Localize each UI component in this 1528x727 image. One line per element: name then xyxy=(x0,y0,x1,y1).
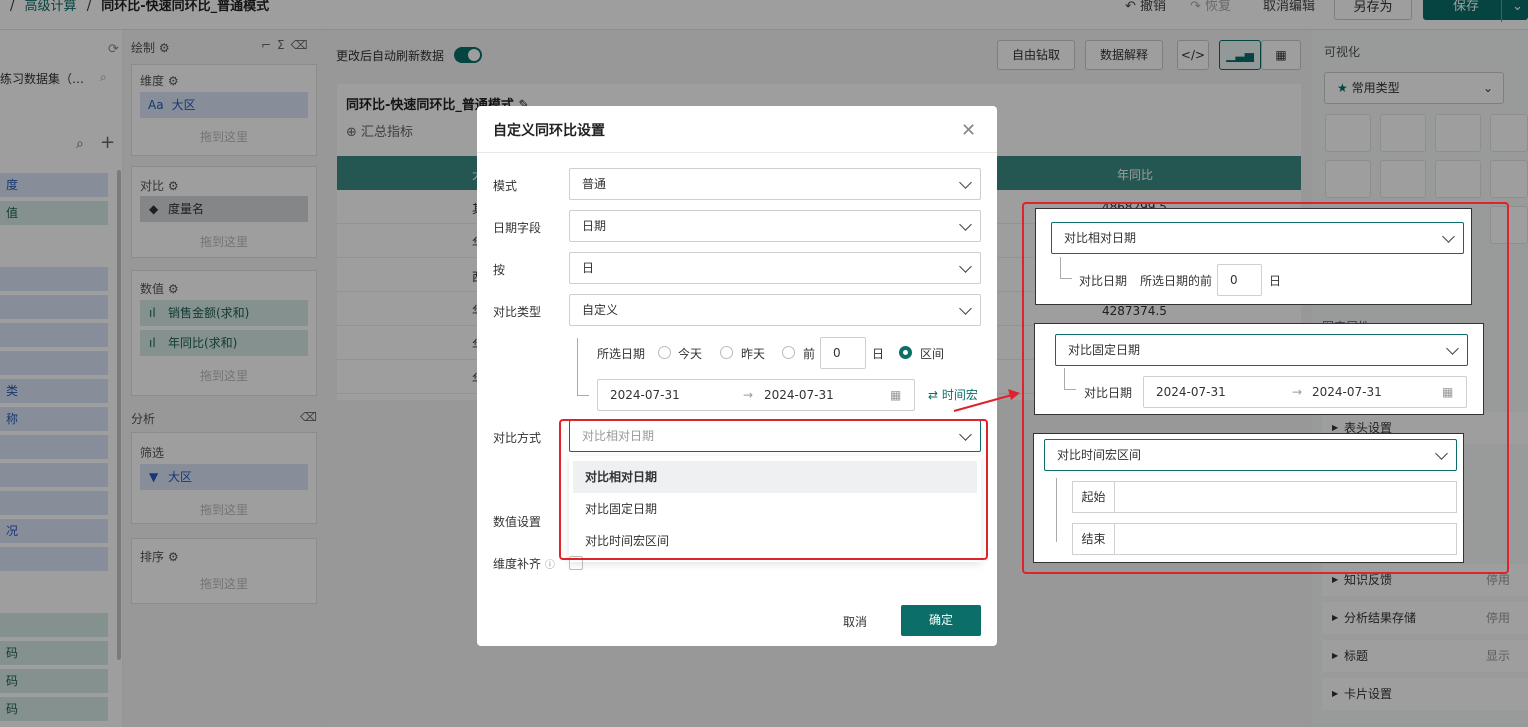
date-field-value: 日期 xyxy=(582,219,607,233)
calendar-icon: ▦ xyxy=(1442,385,1454,399)
callout-relative: 对比相对日期 对比日期 所选日期的前 0 日 xyxy=(1035,208,1472,305)
mode-select[interactable]: 普通 xyxy=(569,168,981,200)
range-end: 2024-07-31 xyxy=(764,388,834,402)
chevron-down-icon xyxy=(959,302,972,315)
radio-yesterday-label: 昨天 xyxy=(741,347,766,361)
relative-days-input[interactable]: 0 xyxy=(1217,264,1262,296)
start-label: 起始 xyxy=(1073,482,1115,512)
before-days-input[interactable]: 0 xyxy=(820,337,866,369)
arrow-icon xyxy=(953,389,1020,412)
callout-select[interactable]: 对比时间宏区间 xyxy=(1044,439,1457,471)
dim-fill-label-text: 维度补齐 xyxy=(493,557,542,571)
mode-value: 普通 xyxy=(582,177,607,191)
range-arrow: → xyxy=(743,388,754,402)
chevron-down-icon xyxy=(1435,447,1448,460)
callout-select-value: 对比固定日期 xyxy=(1068,343,1141,357)
radio-range-label: 区间 xyxy=(920,347,945,361)
callout-select[interactable]: 对比相对日期 xyxy=(1051,222,1464,254)
callout-row-label: 对比日期 xyxy=(1084,386,1133,400)
callout-select-value: 对比相对日期 xyxy=(1064,231,1137,245)
fixed-date-range-picker[interactable]: 2024-07-31 → 2024-07-31 ▦ xyxy=(1143,376,1467,408)
close-icon[interactable]: ✕ xyxy=(961,120,976,141)
callout-select[interactable]: 对比固定日期 xyxy=(1055,334,1468,366)
compare-method-label: 对比方式 xyxy=(493,431,542,445)
tree-line xyxy=(577,338,589,396)
chevron-down-icon xyxy=(959,260,972,273)
divider xyxy=(477,152,997,153)
highlight-box xyxy=(559,419,988,560)
dim-fill-label: 维度补齐 ⓘ xyxy=(493,555,555,572)
value-setting-label: 数值设置 xyxy=(493,515,542,529)
range-arrow: → xyxy=(1292,385,1303,399)
callout-row-label: 对比日期 xyxy=(1079,274,1128,288)
range-start: 2024-07-31 xyxy=(610,388,680,402)
mode-label: 模式 xyxy=(493,179,518,193)
compare-type-label: 对比类型 xyxy=(493,305,542,319)
end-input[interactable]: 结束 xyxy=(1072,523,1457,555)
cancel-button[interactable]: 取消 xyxy=(827,613,883,630)
callout-unit: 日 xyxy=(1269,274,1282,288)
callout-select-value: 对比时间宏区间 xyxy=(1057,448,1142,462)
granularity-value: 日 xyxy=(582,261,595,275)
radio-before-label: 前 xyxy=(803,347,816,361)
swap-icon: ⇄ xyxy=(928,388,939,402)
callout-row-text: 所选日期的前 xyxy=(1140,274,1213,288)
tree-line xyxy=(1060,257,1072,279)
dialog-title: 自定义同环比设置 xyxy=(493,123,605,139)
calendar-icon: ▦ xyxy=(890,388,902,402)
radio-yesterday[interactable] xyxy=(720,346,733,359)
callout-fixed: 对比固定日期 对比日期 2024-07-31 → 2024-07-31 ▦ xyxy=(1034,323,1484,415)
radio-today-label: 今天 xyxy=(678,347,703,361)
chevron-down-icon xyxy=(959,218,972,231)
granularity-select[interactable]: 日 xyxy=(569,252,981,284)
custom-compare-dialog: 自定义同环比设置 ✕ 模式 普通 日期字段 日期 按 日 对比类型 自定义 所选… xyxy=(477,106,997,646)
tree-line xyxy=(1056,478,1068,542)
date-field-select[interactable]: 日期 xyxy=(569,210,981,242)
selected-date-label: 所选日期 xyxy=(597,347,646,361)
date-range-picker[interactable]: 2024-07-31 → 2024-07-31 ▦ xyxy=(597,379,915,411)
end-label: 结束 xyxy=(1073,524,1115,554)
confirm-button[interactable]: 确定 xyxy=(901,605,981,636)
radio-range[interactable] xyxy=(899,346,912,359)
range-end: 2024-07-31 xyxy=(1312,385,1382,399)
chevron-down-icon xyxy=(959,176,972,189)
radio-before[interactable] xyxy=(782,346,795,359)
radio-today[interactable] xyxy=(658,346,671,359)
by-label: 按 xyxy=(493,263,506,277)
date-field-label: 日期字段 xyxy=(493,221,542,235)
day-unit: 日 xyxy=(872,347,885,361)
chevron-down-icon xyxy=(1442,230,1455,243)
chevron-down-icon xyxy=(1446,342,1459,355)
compare-type-select[interactable]: 自定义 xyxy=(569,294,981,326)
range-start: 2024-07-31 xyxy=(1156,385,1226,399)
tree-line xyxy=(1064,368,1076,390)
info-icon[interactable]: ⓘ xyxy=(545,560,555,571)
compare-type-value: 自定义 xyxy=(582,303,619,317)
start-input[interactable]: 起始 xyxy=(1072,481,1457,513)
callout-macro: 对比时间宏区间 起始 结束 xyxy=(1033,433,1464,563)
